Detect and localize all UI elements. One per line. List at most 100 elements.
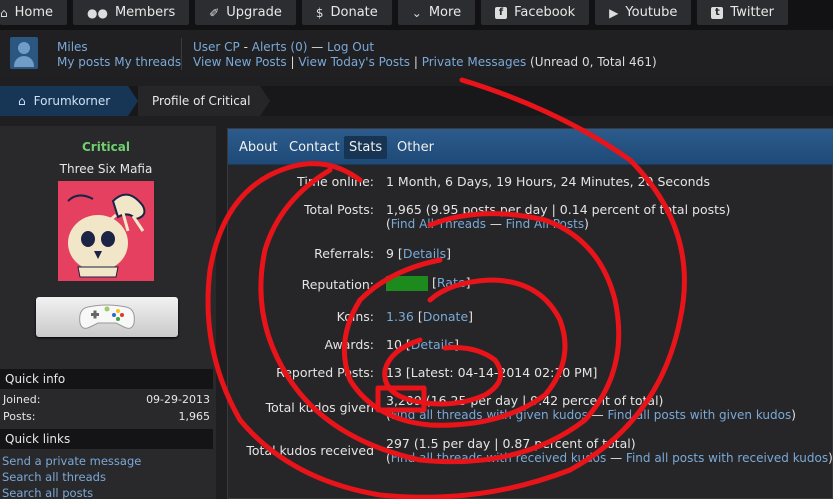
referrals-details-link[interactable]: Details: [403, 246, 446, 261]
kudos-received-value: 297 (1.5 per day | 0.87 percent of total…: [386, 436, 833, 465]
kudos-received-text: 297 (1.5 per day | 0.87 percent of total…: [386, 436, 636, 451]
nav-home[interactable]: ⌂ Home: [0, 0, 68, 25]
dollar-icon: $: [315, 5, 324, 20]
find-all-posts-link[interactable]: Find All Posts: [506, 217, 584, 231]
kudos-given-posts-link[interactable]: Find all posts with given kudos: [608, 408, 792, 422]
total-posts-text: 1,965 (9.95 posts per day | 0.14 percent…: [386, 202, 731, 217]
profile-tabs: About Contact Stats Other: [228, 129, 833, 165]
reported-posts-value: 13 [Latest: 04-14-2014 02:10 PM]: [386, 365, 598, 380]
play-icon: ▶: [609, 5, 619, 20]
view-todays-posts-link[interactable]: View Today's Posts: [298, 55, 410, 69]
my-threads-link[interactable]: My threads: [114, 55, 181, 69]
alerts-link[interactable]: Alerts (0): [252, 40, 308, 54]
find-all-threads-link[interactable]: Find All Threads: [391, 217, 486, 231]
view-new-posts-link[interactable]: View New Posts: [193, 55, 287, 69]
nav-twitter-label: Twitter: [730, 5, 774, 20]
nav-facebook[interactable]: f Facebook: [481, 0, 590, 25]
quick-links-heading: Quick links: [0, 429, 213, 449]
awards-label: Awards:: [324, 337, 374, 352]
members-icon: ●●: [87, 5, 108, 20]
nav-members-label: Members: [114, 5, 176, 20]
send-pm-link[interactable]: Send a private message: [2, 454, 141, 468]
home-icon: ⌂: [0, 5, 8, 20]
separator: —: [606, 451, 626, 465]
koins-label: Koins:: [336, 309, 374, 324]
profile-avatar: [58, 181, 154, 281]
tab-stats[interactable]: Stats: [344, 136, 388, 159]
twitter-icon: t: [711, 6, 724, 19]
joined-row: Joined: 09-29-2013: [0, 393, 213, 406]
separator: —: [486, 217, 506, 231]
awards-count: 10: [386, 337, 402, 352]
my-posts-link[interactable]: My posts: [57, 55, 110, 69]
posts-label: Posts:: [3, 410, 36, 423]
kudos-received-label: Total kudos received: [246, 443, 374, 458]
nav-facebook-label: Facebook: [514, 5, 576, 20]
top-navigation: ⌂ Home ●● Members ✐ Upgrade $ Donate ⌄ M…: [0, 0, 833, 30]
total-posts-label: Total Posts:: [303, 202, 374, 217]
home-icon: ⌂: [18, 94, 26, 108]
nav-home-label: Home: [14, 5, 54, 20]
chevron-down-icon: ⌄: [411, 5, 422, 20]
rate-link[interactable]: Rate: [437, 275, 466, 290]
user-bar: Miles My posts My threads User CP - Aler…: [0, 30, 833, 77]
private-messages-link[interactable]: Private Messages: [422, 55, 527, 69]
breadcrumb-arrow: [128, 86, 138, 116]
time-online-label: Time online:: [297, 174, 374, 189]
search-posts-link[interactable]: Search all posts: [2, 486, 93, 499]
breadcrumb-current-label: Profile of Critical: [152, 94, 251, 108]
koins-value: 1.36 [Donate]: [386, 309, 474, 324]
referrals-count: 9: [386, 246, 394, 261]
kudos-given-text: 3,209 (16.25 per day | 9.42 percent of t…: [386, 393, 664, 408]
breadcrumb-arrow: [260, 86, 270, 116]
reputation-badge: [386, 276, 428, 291]
kudos-given-threads-link[interactable]: Find all threads with given kudos: [391, 408, 588, 422]
user-cp-link[interactable]: User CP: [193, 40, 240, 54]
user-links: Miles My posts My threads: [57, 40, 181, 70]
nav-donate-label: Donate: [330, 5, 378, 20]
koins-donate-link[interactable]: Donate: [423, 309, 468, 324]
logout-link[interactable]: Log Out: [327, 40, 374, 54]
separator: —: [307, 40, 328, 54]
breadcrumb-home-label: Forumkorner: [33, 94, 111, 108]
kudos-received-posts-link[interactable]: Find all posts with received kudos: [626, 451, 828, 465]
separator: -: [239, 40, 252, 54]
awards-details-link[interactable]: Details: [411, 337, 454, 352]
profile-usertitle: Three Six Mafia: [59, 162, 153, 176]
tab-contact[interactable]: Contact: [284, 136, 345, 159]
separator: |: [410, 55, 422, 69]
tab-other[interactable]: Other: [392, 136, 439, 159]
total-posts-value: 1,965 (9.95 posts per day | 0.14 percent…: [386, 202, 731, 231]
breadcrumb-current: Profile of Critical: [138, 86, 260, 116]
reputation-value: [Rate]: [386, 275, 470, 291]
nav-youtube[interactable]: ▶ Youtube: [595, 0, 692, 25]
separator: —: [587, 408, 608, 422]
search-threads-link[interactable]: Search all threads: [2, 470, 106, 484]
joined-value: 09-29-2013: [146, 393, 210, 406]
reported-posts-label: Reported Posts:: [276, 365, 374, 380]
user-controls: User CP - Alerts (0) — Log Out View New …: [193, 40, 657, 70]
time-online-value: 1 Month, 6 Days, 19 Hours, 24 Minutes, 2…: [386, 174, 710, 189]
referrals-value: 9 [Details]: [386, 246, 452, 261]
nav-members[interactable]: ●● Members: [73, 0, 190, 25]
profile-sidebar: Critical Three Six Mafia Quick info Join…: [0, 126, 216, 499]
tab-about[interactable]: About: [234, 136, 282, 159]
breadcrumb-home[interactable]: ⌂ Forumkorner: [0, 86, 128, 116]
kudos-given-label: Total kudos given: [265, 400, 374, 415]
nav-donate[interactable]: $ Donate: [301, 0, 392, 25]
profile-username: Critical: [81, 140, 130, 154]
nav-twitter[interactable]: t Twitter: [697, 0, 788, 25]
koins-amount-link[interactable]: 1.36: [386, 309, 414, 324]
username-link[interactable]: Miles: [57, 40, 88, 54]
nav-more[interactable]: ⌄ More: [397, 0, 476, 25]
user-avatar-icon[interactable]: [10, 37, 38, 69]
facebook-icon: f: [495, 6, 508, 19]
profile-panel: About Contact Stats Other Time online: 1…: [227, 128, 833, 499]
nav-upgrade-label: Upgrade: [226, 5, 282, 20]
posts-value: 1,965: [178, 410, 211, 423]
kudos-received-threads-link[interactable]: Find all threads with received kudos: [391, 451, 607, 465]
nav-youtube-label: Youtube: [625, 5, 678, 20]
nav-upgrade[interactable]: ✐ Upgrade: [195, 0, 296, 25]
joined-label: Joined:: [3, 393, 41, 406]
reputation-label: Reputation:: [301, 277, 374, 292]
